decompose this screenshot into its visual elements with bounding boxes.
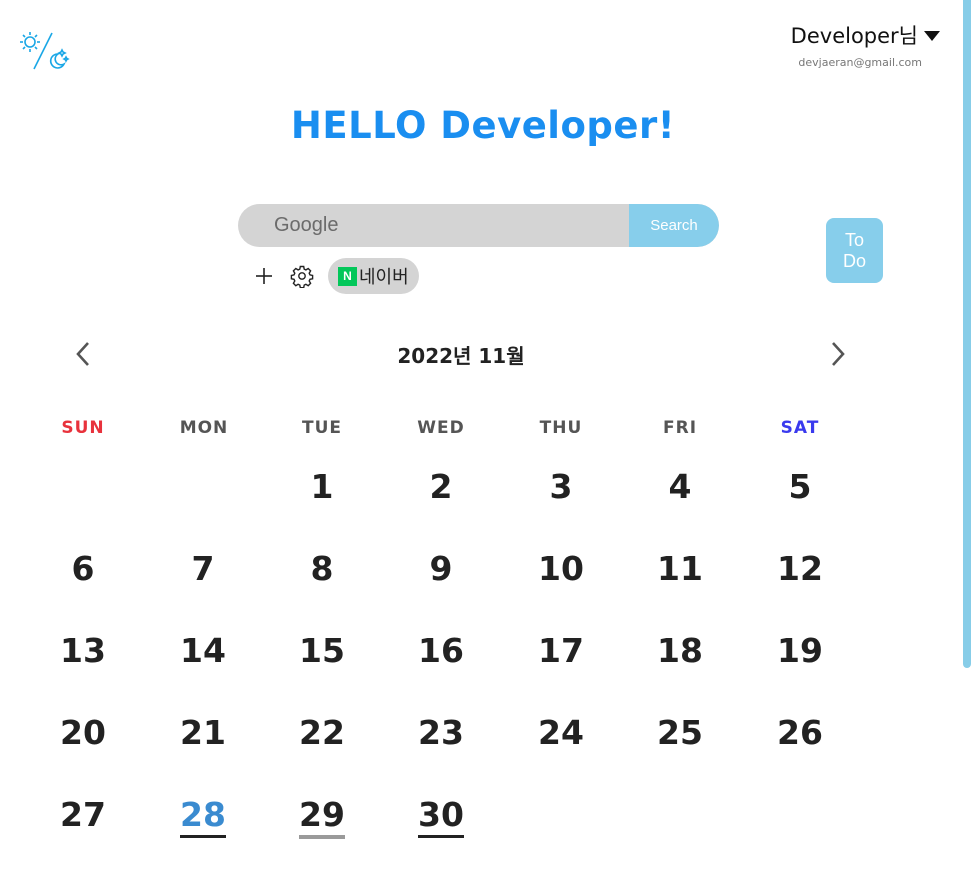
calendar-day[interactable]: 11 xyxy=(635,549,725,589)
calendar-day-number: 7 xyxy=(191,549,215,588)
calendar-day[interactable]: 4 xyxy=(635,467,725,507)
page: Developer님 devjaeran@gmail.com HELLO Dev… xyxy=(0,0,973,871)
todo-label-line2: Do xyxy=(842,250,866,271)
calendar-day[interactable]: 24 xyxy=(516,713,606,753)
chevron-right-icon xyxy=(832,342,845,366)
calendar-day[interactable]: 6 xyxy=(38,549,128,589)
calendar-day[interactable]: 5 xyxy=(755,467,845,507)
todo-button[interactable]: To Do xyxy=(826,218,883,283)
calendar-day[interactable]: 9 xyxy=(396,549,486,589)
calendar-day-number: 25 xyxy=(657,713,703,752)
weekday-thu: THU xyxy=(539,418,583,438)
shortcut-row: N 네이버 xyxy=(252,258,419,294)
gear-icon[interactable] xyxy=(290,264,314,288)
weekday-wed: WED xyxy=(417,418,465,438)
calendar-day[interactable]: 14 xyxy=(158,631,248,671)
calendar-day-number: 20 xyxy=(60,713,106,752)
calendar-day-number: 13 xyxy=(60,631,106,670)
user-email: devjaeran@gmail.com xyxy=(798,56,922,69)
calendar-day[interactable]: 12 xyxy=(755,549,845,589)
caret-down-icon[interactable] xyxy=(924,31,940,41)
calendar-day-number: 17 xyxy=(538,631,584,670)
calendar-day-number: 23 xyxy=(418,713,464,752)
todo-label-line1: To xyxy=(844,229,864,250)
calendar-day[interactable]: 23 xyxy=(396,713,486,753)
calendar-day-number: 12 xyxy=(777,549,823,588)
search-input[interactable] xyxy=(238,204,629,247)
todo-label: To Do xyxy=(843,230,866,272)
calendar-day[interactable]: 22 xyxy=(277,713,367,753)
calendar-day-number: 21 xyxy=(180,713,226,752)
bookmark-naver[interactable]: N 네이버 xyxy=(328,258,419,294)
weekday-mon: MON xyxy=(179,418,229,438)
calendar-day[interactable]: 19 xyxy=(755,631,845,671)
calendar-day[interactable]: 8 xyxy=(277,549,367,589)
calendar-day[interactable]: 28 xyxy=(158,795,248,838)
calendar-day[interactable]: 13 xyxy=(38,631,128,671)
calendar-day[interactable]: 20 xyxy=(38,713,128,753)
theme-toggle-logo[interactable] xyxy=(18,30,70,72)
weekday-fri: FRI xyxy=(662,418,698,438)
naver-icon: N xyxy=(338,266,357,286)
calendar-title: 2022년 11월 xyxy=(397,344,525,368)
calendar-day-number: 15 xyxy=(299,631,345,670)
plus-icon[interactable] xyxy=(252,264,276,288)
calendar-day-number: 19 xyxy=(777,631,823,670)
calendar-day-number: 30 xyxy=(418,795,464,838)
calendar-day-number: 18 xyxy=(657,631,703,670)
calendar-day-number: 22 xyxy=(299,713,345,752)
scrollbar-thumb[interactable] xyxy=(963,0,971,668)
calendar-day[interactable]: 17 xyxy=(516,631,606,671)
user-menu[interactable]: Developer님 devjaeran@gmail.com xyxy=(791,20,940,69)
calendar-day-number: 11 xyxy=(657,549,703,588)
calendar-day-number: 6 xyxy=(71,549,95,588)
calendar-day-number: 16 xyxy=(418,631,464,670)
calendar-day-number: 27 xyxy=(60,795,106,834)
greeting-title: HELLO Developer! xyxy=(290,104,676,147)
search-button[interactable]: Search xyxy=(629,204,719,247)
weekday-sun: SUN xyxy=(61,418,105,438)
sun-moon-toggle-icon xyxy=(20,32,70,70)
calendar-day-number: 26 xyxy=(777,713,823,752)
calendar-day[interactable]: 1 xyxy=(277,467,367,507)
user-name: Developer님 xyxy=(790,24,918,48)
calendar-day[interactable]: 25 xyxy=(635,713,725,753)
calendar-day-number: 28 xyxy=(180,795,226,838)
calendar-day-number: 24 xyxy=(538,713,584,752)
calendar-day-number: 9 xyxy=(429,549,453,588)
calendar-day[interactable]: 7 xyxy=(158,549,248,589)
calendar-day[interactable]: 29 xyxy=(277,795,367,839)
calendar-day[interactable]: 21 xyxy=(158,713,248,753)
calendar-day[interactable]: 16 xyxy=(396,631,486,671)
user-name-row[interactable]: Developer님 xyxy=(791,20,940,50)
calendar-day-number: 10 xyxy=(538,549,584,588)
search-bar: Search xyxy=(238,204,719,247)
bookmark-label: 네이버 xyxy=(359,267,409,288)
calendar-day[interactable]: 27 xyxy=(38,795,128,835)
calendar-day-number: 5 xyxy=(788,467,812,506)
calendar-day[interactable]: 26 xyxy=(755,713,845,753)
calendar-day[interactable]: 15 xyxy=(277,631,367,671)
calendar-day-number: 14 xyxy=(180,631,226,670)
calendar-day[interactable]: 10 xyxy=(516,549,606,589)
calendar-day-number: 8 xyxy=(310,549,334,588)
calendar-day-number: 3 xyxy=(549,467,573,506)
calendar-day[interactable]: 2 xyxy=(396,467,486,507)
calendar-day-number: 29 xyxy=(299,795,345,839)
scrollbar-track[interactable] xyxy=(961,0,973,871)
weekday-sat: SAT xyxy=(780,418,820,438)
calendar-day-number: 1 xyxy=(310,467,334,506)
weekday-tue: TUE xyxy=(301,418,342,438)
next-month-button[interactable] xyxy=(823,338,853,370)
calendar-day-number: 2 xyxy=(429,467,453,506)
calendar-day[interactable]: 18 xyxy=(635,631,725,671)
calendar-day[interactable]: 3 xyxy=(516,467,606,507)
calendar-day[interactable]: 30 xyxy=(396,795,486,838)
calendar-day-number: 4 xyxy=(668,467,692,506)
